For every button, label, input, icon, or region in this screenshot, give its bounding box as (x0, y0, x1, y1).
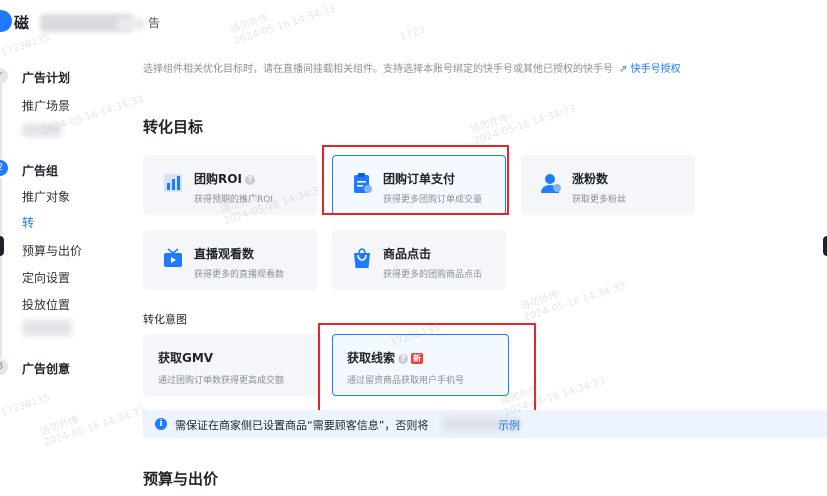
section-title-conversion-target: 转化目标 (143, 118, 204, 136)
card-desc: 获得更多的直播观看数 (194, 270, 285, 280)
card-title: 涨粉数 (572, 172, 609, 186)
check-icon: ✓ (0, 68, 8, 84)
external-link-icon: ⇗ (619, 64, 628, 75)
user-icon (541, 174, 561, 193)
help-icon[interactable]: ? (244, 175, 255, 185)
card-title: 团购ROI? (194, 170, 255, 187)
step-number: 2 (0, 160, 8, 176)
sidebar: 磁 告 ✓ 广告计划 推广场景 2 广告组 推广对象 转 预算与出价 定向设置 … (0, 0, 160, 496)
step-title: 广告计划 (22, 71, 71, 85)
authorize-link[interactable]: ⇗ 快手号授权 (619, 64, 681, 75)
blurred-account-name-2 (118, 18, 144, 30)
watermark: 1723 (398, 24, 427, 43)
target-card-roi[interactable]: 团购ROI? 获得预期的推广ROI (143, 155, 317, 215)
step-title: 广告创意 (22, 362, 71, 376)
hint-text: 选择组件相关优化目标时，请在直播间挂载相关组件。支持选择本账号绑定的快手号或其他… (143, 64, 613, 75)
highlight-box-leads (318, 323, 536, 414)
brand-tail: 告 (148, 16, 161, 30)
bar-chart-icon (164, 174, 182, 192)
brand: 磁 告 (0, 6, 200, 36)
scroll-handle-right[interactable] (823, 236, 827, 256)
component-hint: 选择组件相关优化目标时，请在直播间挂载相关组件。支持选择本账号绑定的快手号或其他… (143, 60, 681, 75)
brand-text: 磁 (14, 14, 30, 32)
sidebar-item-scene[interactable]: 推广场景 (22, 97, 70, 114)
brand-logo-icon (0, 10, 12, 32)
card-desc: 获得更多的团购商品点击 (383, 270, 483, 280)
notice-text: 需保证在商家侧已设置商品“需要顾客信息”，否则将 (175, 419, 429, 432)
step-connector (0, 178, 2, 358)
watermark: 请勿外传 2024-05-16 14:34:33 (228, 3, 338, 47)
intent-option-gmv[interactable]: 获取GMV 通过团购订单数获得更高成交额 (143, 334, 321, 396)
example-link[interactable]: 示例 (498, 417, 520, 433)
intent-title: 获取GMV (158, 351, 214, 365)
info-icon: i (155, 418, 167, 430)
step-title: 广告组 (22, 164, 59, 178)
section-title-conversion-intent: 转化意图 (143, 313, 187, 326)
sidebar-item-targeting[interactable]: 定向设置 (22, 269, 70, 286)
blurred-sidebar-item (22, 123, 62, 137)
watermark: 请勿外传 2024-05-16 14:34:33 (518, 280, 628, 324)
sidebar-item-placement[interactable]: 投放位置 (22, 296, 70, 313)
sidebar-item-budget[interactable]: 预算与出价 (22, 242, 82, 259)
target-card-live-views[interactable]: 直播观看数 获得更多的直播观看数 (143, 230, 317, 290)
step-connector (0, 84, 2, 164)
info-notice: i 需保证在商家侧已设置商品“需要顾客信息”，否则将 示例 (143, 410, 827, 438)
blurred-sidebar-item (22, 320, 72, 336)
highlight-box-order-pay (322, 145, 509, 215)
step-number: 3 (0, 359, 8, 375)
shopping-bag-icon (354, 248, 370, 268)
card-desc: 获得预期的推广ROI (194, 195, 273, 205)
card-title: 直播观看数 (194, 247, 255, 261)
tv-play-icon (164, 248, 182, 267)
intent-desc: 通过团购订单数获得更高成交额 (158, 376, 285, 386)
card-title: 商品点击 (383, 247, 432, 261)
authorize-link-label: 快手号授权 (630, 64, 681, 75)
target-card-product-click[interactable]: 商品点击 获得更多的团购商品点击 (332, 230, 506, 290)
watermark: 请勿外传 2024-05-16 14:34:33 (468, 103, 578, 147)
sidebar-item-target[interactable]: 推广对象 (22, 188, 70, 205)
sidebar-item-conversion[interactable]: 转 (22, 214, 34, 231)
card-desc: 获取更多粉丝 (572, 195, 627, 205)
section-title-budget: 预算与出价 (143, 470, 219, 488)
target-card-followers[interactable]: 涨粉数 获取更多粉丝 (521, 155, 695, 215)
scroll-handle-left[interactable] (0, 236, 4, 256)
